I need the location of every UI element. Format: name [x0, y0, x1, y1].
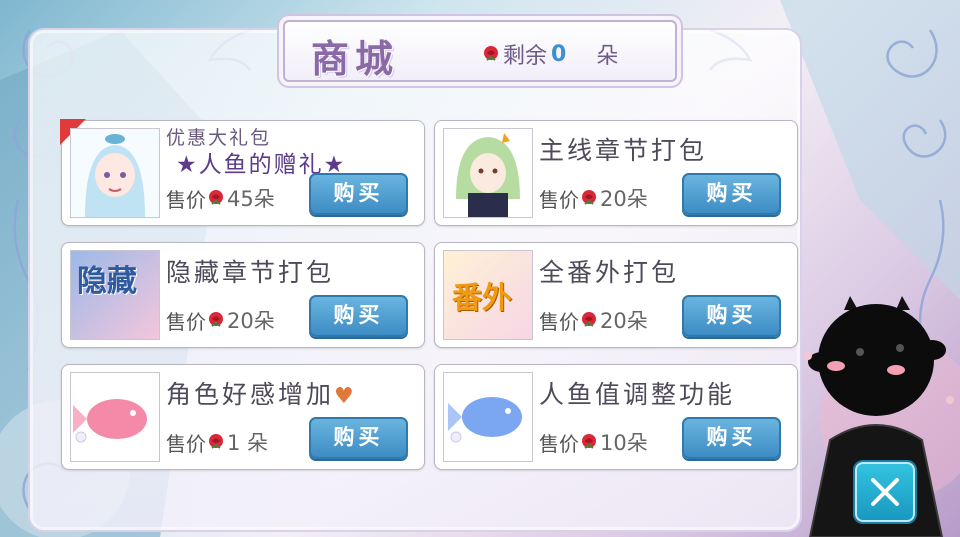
shop-item-main-chapters: 主线章节打包 售价 20朵 购买 — [434, 120, 798, 226]
buy-button[interactable]: 购买 — [682, 295, 781, 337]
shop-title-plate: 商城 剩余 0 朵 — [283, 20, 677, 82]
buy-button[interactable]: 购买 — [682, 417, 781, 459]
shop-item-mermaid-value: 人鱼值调整功能 售价 10朵 购买 — [434, 364, 798, 470]
price-amount: 10朵 — [600, 431, 648, 455]
rose-icon — [582, 190, 596, 205]
price-amount: 1 朵 — [227, 431, 269, 455]
item-price: 售价 20朵 — [539, 183, 648, 213]
heart-icon: ♥ — [334, 384, 357, 409]
item-title: 人鱼值调整功能 — [539, 380, 736, 409]
price-label: 售价 — [166, 187, 206, 212]
rose-icon — [484, 46, 498, 61]
shop-item-gift-pack: 优惠大礼包 ★人鱼的赠礼★ 售价 45朵 购买 — [60, 119, 425, 226]
price-amount: 45朵 — [227, 187, 275, 211]
price-amount: 20朵 — [600, 309, 648, 333]
remaining-roses-counter: 剩余 0 朵 — [481, 38, 618, 70]
rose-icon — [209, 312, 223, 327]
mermaid-portrait-icon — [70, 128, 160, 218]
remaining-label: 剩余 — [503, 44, 548, 69]
hidden-chapter-icon: 隐藏 — [70, 250, 160, 340]
price-label: 售价 — [539, 431, 579, 456]
thumb-text: 隐藏 — [77, 264, 137, 299]
thumb-text: 番外 — [452, 281, 512, 316]
price-label: 售价 — [539, 187, 579, 212]
item-title-text: 角色好感增加 — [166, 380, 335, 409]
rose-icon — [209, 434, 223, 449]
price-label: 售价 — [166, 431, 206, 456]
price-label: 售价 — [539, 309, 579, 334]
pink-fish-icon — [70, 372, 160, 462]
item-price: 售价 10朵 — [539, 427, 648, 457]
shop-item-affection: 角色好感增加♥ 售价 1 朵 购买 — [61, 364, 425, 470]
shop-item-extra-chapters: 番外 全番外打包 售价 20朵 购买 — [434, 242, 798, 348]
buy-button[interactable]: 购买 — [309, 417, 408, 459]
item-title: 角色好感增加♥ — [166, 375, 357, 411]
green-hair-character-icon — [443, 128, 533, 218]
close-icon — [871, 478, 899, 506]
buy-button[interactable]: 购买 — [682, 173, 781, 215]
item-title: 全番外打包 — [539, 258, 680, 287]
rose-icon — [209, 190, 223, 205]
buy-button[interactable]: 购买 — [309, 173, 408, 215]
item-title: 主线章节打包 — [539, 136, 708, 165]
extra-chapter-icon: 番外 — [443, 250, 533, 340]
item-price: 售价 45朵 — [166, 183, 275, 213]
price-amount: 20朵 — [600, 187, 648, 211]
page-title: 商城 — [311, 36, 400, 81]
buy-button[interactable]: 购买 — [309, 295, 408, 337]
price-label: 售价 — [166, 309, 206, 334]
blue-fish-icon — [443, 372, 533, 462]
item-price: 售价 20朵 — [539, 305, 648, 335]
remaining-unit: 朵 — [596, 44, 619, 69]
shop-item-hidden-chapters: 隐藏 隐藏章节打包 售价 20朵 购买 — [61, 242, 425, 348]
item-price: 售价 20朵 — [166, 305, 275, 335]
rose-icon — [582, 434, 596, 449]
close-button[interactable] — [855, 462, 915, 522]
rose-icon — [582, 312, 596, 327]
item-title: 隐藏章节打包 — [166, 258, 335, 287]
price-amount: 20朵 — [227, 309, 275, 333]
remaining-count: 0 — [551, 41, 567, 67]
item-price: 售价 1 朵 — [166, 427, 268, 457]
